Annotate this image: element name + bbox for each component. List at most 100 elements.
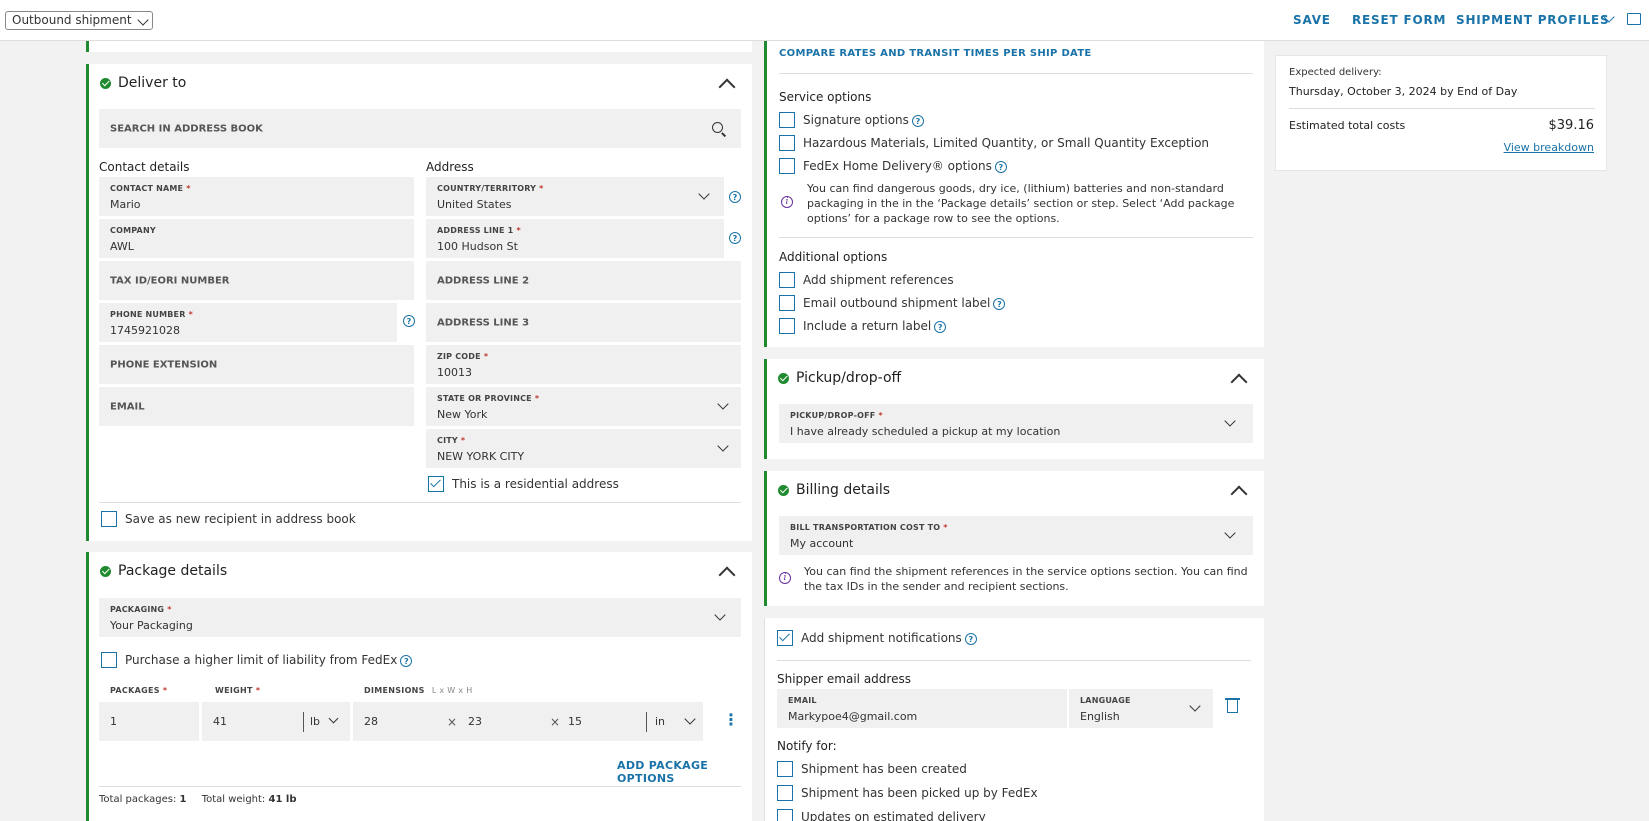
- home-delivery-help-icon[interactable]: ?: [994, 160, 1007, 173]
- chevron-up-icon[interactable]: [718, 78, 736, 96]
- chevron-down-icon: [1224, 415, 1236, 427]
- dimension-height[interactable]: 15: [568, 715, 582, 728]
- chevron-down-icon: [717, 440, 729, 452]
- divider: [99, 502, 741, 503]
- city-select[interactable]: CITY * NEW YORK CITY: [426, 429, 741, 468]
- home-delivery-checkbox[interactable]: [779, 158, 795, 174]
- save-recipient-label: Save as new recipient in address book: [125, 512, 356, 526]
- trash-icon[interactable]: [1225, 698, 1240, 713]
- tax-id-field[interactable]: TAX ID/EORI NUMBER: [99, 261, 414, 300]
- sender-card-bottom: [86, 41, 752, 52]
- zip-code-field[interactable]: ZIP CODE * 10013: [426, 345, 741, 384]
- shipment-references-checkbox[interactable]: [779, 272, 795, 288]
- notifications-checkbox[interactable]: [777, 630, 793, 646]
- picked-up-label: Shipment has been picked up by FedEx: [801, 786, 1038, 800]
- estimated-delivery-checkbox[interactable]: [777, 809, 793, 821]
- dimension-unit-select[interactable]: in: [655, 715, 665, 728]
- home-delivery-label: FedEx Home Delivery® options?: [803, 159, 1007, 173]
- packages-label: PACKAGES *: [110, 686, 168, 695]
- country-help-icon[interactable]: ?: [729, 191, 741, 203]
- return-label-checkbox[interactable]: [779, 318, 795, 334]
- deliver-to-card: Deliver to SEARCH IN ADDRESS BOOK Contac…: [86, 64, 752, 541]
- chevron-down-icon: [684, 713, 696, 725]
- shipment-created-label: Shipment has been created: [801, 762, 967, 776]
- signature-help-icon[interactable]: ?: [911, 114, 924, 127]
- view-breakdown-link[interactable]: View breakdown: [1504, 141, 1594, 154]
- shipper-email-heading: Shipper email address: [777, 672, 911, 686]
- country-select[interactable]: COUNTRY/TERRITORY * United States: [426, 177, 724, 216]
- packages-field[interactable]: 1: [99, 702, 199, 741]
- reset-form-button[interactable]: RESET FORM: [1352, 13, 1446, 27]
- email-label-help-icon[interactable]: ?: [993, 297, 1006, 310]
- packaging-select[interactable]: PACKAGING * Your Packaging: [99, 598, 741, 637]
- chevron-up-icon[interactable]: [1230, 485, 1248, 503]
- notifications-label: Add shipment notifications?: [801, 631, 977, 645]
- return-label-label: Include a return label?: [803, 319, 947, 333]
- phone-help-icon[interactable]: ?: [403, 315, 415, 327]
- dimension-width[interactable]: 23: [468, 715, 482, 728]
- additional-options-heading: Additional options: [779, 250, 888, 264]
- dimension-length[interactable]: 28: [364, 715, 378, 728]
- billing-info: You can find the shipment references in …: [804, 565, 1248, 593]
- liability-checkbox[interactable]: [101, 652, 117, 668]
- shipment-profiles-button[interactable]: SHIPMENT PROFILES: [1456, 13, 1609, 27]
- phone-extension-field[interactable]: PHONE EXTENSION: [99, 345, 414, 384]
- address-book-search[interactable]: SEARCH IN ADDRESS BOOK: [99, 109, 741, 148]
- address-help-icon[interactable]: ?: [729, 232, 741, 244]
- pickup-card: Pickup/drop-off PICKUP/DROP-OFF * I have…: [764, 359, 1264, 459]
- divider: [777, 660, 1251, 661]
- compare-rates-link[interactable]: COMPARE RATES AND TRANSIT TIMES PER SHIP…: [779, 48, 1092, 59]
- state-select[interactable]: STATE OR PROVINCE * New York: [426, 387, 741, 426]
- expected-delivery-value: Thursday, October 3, 2024 by End of Day: [1289, 85, 1518, 98]
- divider: [303, 712, 304, 732]
- expected-delivery-label: Expected delivery:: [1289, 67, 1382, 78]
- package-totals: Total packages: 1 Total weight: 41 lb: [99, 794, 297, 805]
- email-label-label: Email outbound shipment label?: [803, 296, 1006, 310]
- notifications-help-icon[interactable]: ?: [964, 632, 977, 645]
- picked-up-checkbox[interactable]: [777, 785, 793, 801]
- panel-toggle-icon[interactable]: [1627, 13, 1641, 25]
- divider: [779, 237, 1253, 238]
- dangerous-goods-info: You can find dangerous goods, dry ice, (…: [807, 182, 1235, 225]
- chevron-up-icon[interactable]: [718, 566, 736, 584]
- estimated-delivery-label: Updates on estimated delivery: [801, 810, 986, 821]
- shipment-created-checkbox[interactable]: [777, 761, 793, 777]
- pickup-title: Pickup/drop-off: [778, 370, 901, 386]
- save-recipient-checkbox[interactable]: [101, 511, 117, 527]
- check-circle-icon: [100, 565, 111, 577]
- info-icon: i: [781, 196, 793, 208]
- phone-number-field[interactable]: PHONE NUMBER * 1745921028: [99, 303, 397, 342]
- address-line-1-field[interactable]: ADDRESS LINE 1 * 100 Hudson St: [426, 219, 724, 258]
- company-field[interactable]: COMPANY AWL: [99, 219, 414, 258]
- estimated-total-label: Estimated total costs: [1289, 119, 1406, 132]
- save-button[interactable]: SAVE: [1293, 13, 1331, 27]
- shipment-mode-select[interactable]: Outbound shipment: [5, 11, 153, 30]
- residential-label: This is a residential address: [452, 477, 619, 491]
- return-label-help-icon[interactable]: ?: [934, 320, 947, 333]
- email-field[interactable]: EMAIL: [99, 387, 414, 426]
- hazmat-checkbox[interactable]: [779, 135, 795, 151]
- weight-field[interactable]: 41 lb: [202, 702, 350, 741]
- residential-checkbox[interactable]: [428, 476, 444, 492]
- bill-to-select[interactable]: BILL TRANSPORTATION COST TO * My account: [779, 516, 1253, 555]
- signature-options-checkbox[interactable]: [779, 112, 795, 128]
- language-select[interactable]: LANGUAGE English: [1069, 689, 1213, 728]
- dimensions-field[interactable]: 28 × 23 × 15 in: [353, 702, 703, 741]
- top-bar: Outbound shipment SAVE RESET FORM SHIPME…: [0, 0, 1649, 41]
- weight-unit-select[interactable]: lb: [310, 715, 320, 728]
- contact-name-field[interactable]: CONTACT NAME * Mario: [99, 177, 414, 216]
- liability-help-icon[interactable]: ?: [400, 654, 413, 667]
- address-line-2-field[interactable]: ADDRESS LINE 2: [426, 261, 741, 300]
- pickup-select[interactable]: PICKUP/DROP-OFF * I have already schedul…: [779, 404, 1253, 443]
- email-label-checkbox[interactable]: [779, 295, 795, 311]
- search-icon[interactable]: [712, 122, 723, 133]
- chevron-down-icon: [698, 188, 710, 200]
- divider: [1289, 108, 1595, 109]
- more-options-icon[interactable]: ⋮: [723, 712, 739, 728]
- add-package-options-button[interactable]: ADD PACKAGE OPTIONS: [617, 759, 752, 785]
- chevron-down-icon: [1224, 527, 1236, 539]
- divider: [646, 712, 647, 732]
- address-line-3-field[interactable]: ADDRESS LINE 3: [426, 303, 741, 342]
- chevron-up-icon[interactable]: [1230, 373, 1248, 391]
- shipper-email-field[interactable]: EMAIL Markypoe4@gmail.com: [777, 689, 1067, 728]
